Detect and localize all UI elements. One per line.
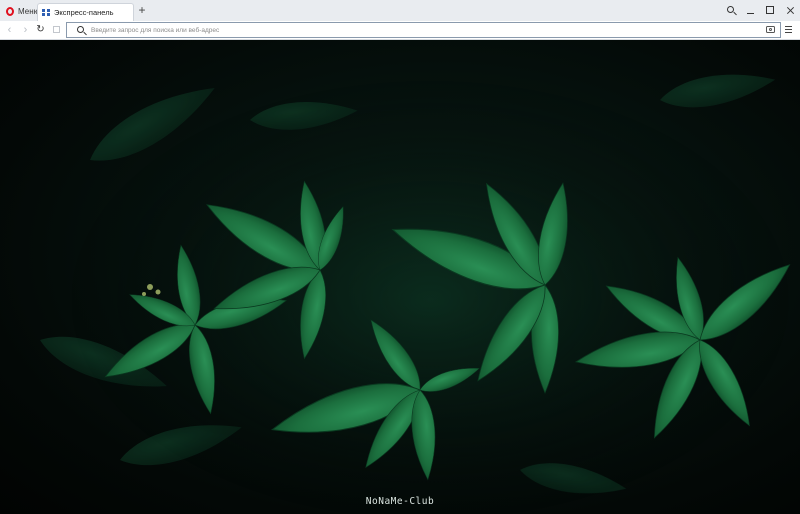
tab-search-button[interactable] [724,3,738,17]
address-bar[interactable] [66,22,781,38]
search-icon [77,26,87,36]
back-icon: ‹ [7,23,12,36]
new-tab-button[interactable]: + [136,4,148,16]
back-button[interactable]: ‹ [3,23,16,36]
settings-sliders-icon [785,26,792,28]
forward-icon: › [23,23,28,36]
reload-icon: ↻ [36,24,45,35]
watermark-text: NoNaMe-Club [365,496,435,507]
home-grid-icon [53,26,60,33]
tab-title: Экспресс-панель [54,8,114,17]
browser-window: Меню Экспресс-панель + ‹ › ↻ Введите зап… [0,0,800,514]
minimize-button[interactable] [743,3,757,17]
search-icon [726,5,737,16]
tab-speed-dial[interactable]: Экспресс-панель [37,3,134,21]
leaves-wallpaper-image [34,65,800,514]
minimize-icon [746,12,754,14]
speed-dial-home-button[interactable] [50,23,63,36]
speed-dial-grid-icon [42,8,50,17]
opera-logo-icon [6,6,14,16]
reload-button[interactable]: ↻ [34,23,47,36]
navigation-toolbar: ‹ › ↻ [0,21,800,40]
maximize-icon [766,6,774,14]
forward-button[interactable]: › [19,23,32,36]
close-button[interactable] [783,3,797,17]
speed-dial-background [0,40,800,514]
snapshot-camera-icon[interactable] [766,26,775,33]
address-input[interactable] [91,24,751,36]
maximize-button[interactable] [763,3,777,17]
tab-bar: Меню Экспресс-панель + [0,0,800,21]
easy-setup-button[interactable] [785,26,792,33]
